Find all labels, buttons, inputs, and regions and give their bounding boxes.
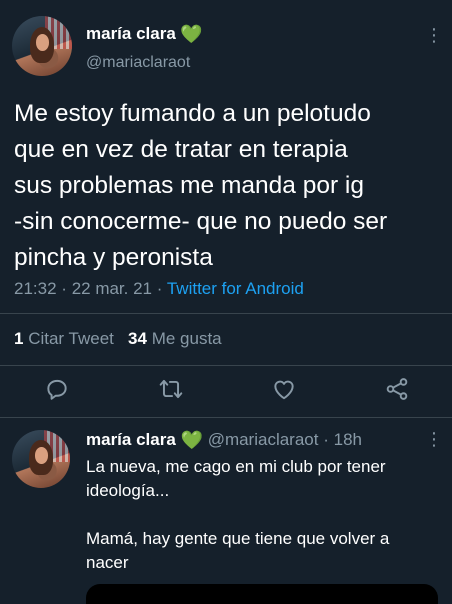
reply-author-handle[interactable]: @mariaclaraot <box>208 430 319 449</box>
like-label: Me gusta <box>151 329 222 348</box>
more-options-icon[interactable]: ⋮ <box>425 26 443 44</box>
author-handle[interactable]: @mariaclaraot <box>86 54 190 72</box>
tweet-time: 21:32 <box>14 279 57 298</box>
avatar-face <box>36 34 50 51</box>
reply-tweet-text: La nueva, me cago en mi club por tener i… <box>86 457 390 572</box>
more-options-icon[interactable]: ⋮ <box>425 430 443 448</box>
green-heart-icon: 💚 <box>180 430 203 450</box>
like-count: 34 <box>128 329 147 348</box>
avatar-face <box>35 447 48 464</box>
reply-time-ago: 18h <box>333 430 362 449</box>
heart-icon[interactable] <box>271 376 297 402</box>
reply-author-avatar[interactable] <box>12 430 70 488</box>
tweet-meta: 21:32 · 22 mar. 21 · Twitter for Android <box>14 279 304 299</box>
meta-separator: · <box>61 279 67 298</box>
share-icon[interactable] <box>384 376 410 402</box>
quote-tweets-stat[interactable]: 1 Citar Tweet <box>14 329 114 348</box>
meta-separator: · <box>156 279 163 298</box>
likes-stat[interactable]: 34 Me gusta <box>128 329 222 348</box>
quote-label: Citar Tweet <box>28 329 114 348</box>
reply-author-name[interactable]: maría clara <box>86 430 176 449</box>
tweet-text: Me estoy fumando a un pelotudo que en ve… <box>14 100 388 271</box>
meta-separator: · <box>323 430 329 449</box>
divider <box>0 313 452 314</box>
tweet-date: 22 mar. 21 <box>71 279 153 298</box>
retweet-icon[interactable] <box>158 376 184 402</box>
reply-header[interactable]: maría clara 💚 @mariaclaraot · 18h <box>86 430 362 451</box>
author-name-row[interactable]: maría clara 💚 <box>86 24 203 45</box>
green-heart-icon: 💚 <box>180 24 203 44</box>
divider <box>0 417 452 418</box>
tweet-stats: 1 Citar Tweet 34 Me gusta <box>14 329 222 349</box>
author-name[interactable]: maría clara <box>86 24 176 43</box>
quote-count: 1 <box>14 329 24 348</box>
reply-icon[interactable] <box>44 376 70 402</box>
divider <box>0 365 452 366</box>
author-avatar[interactable] <box>12 16 72 76</box>
media-card[interactable] <box>86 584 438 604</box>
tweet-client-link[interactable]: Twitter for Android <box>167 279 304 298</box>
